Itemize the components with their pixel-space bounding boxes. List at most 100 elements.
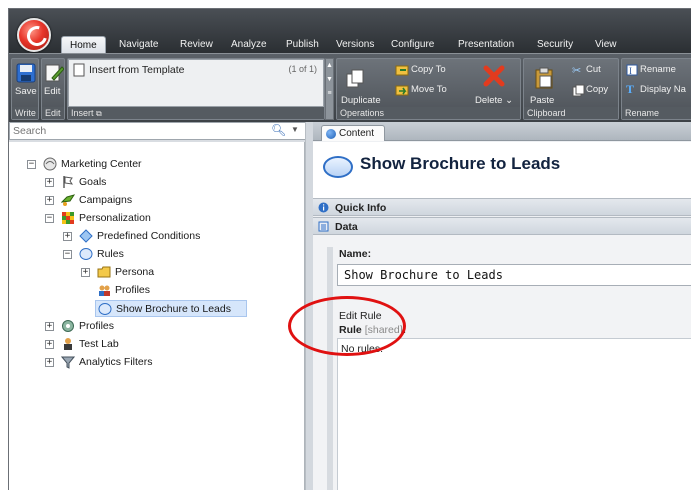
cut-button[interactable]: Cut [586,64,601,75]
data-section-header[interactable]: Data [313,217,691,235]
tab-review[interactable]: Review [172,36,221,53]
insert-group-label-text: Insert [71,108,94,118]
delete-button[interactable]: Delete ⌄ [475,95,513,106]
application-menu-button[interactable] [17,18,51,52]
tree-node-profiles[interactable]: + Profiles [45,318,245,335]
campaigns-icon [61,194,75,206]
gallery-up-icon[interactable]: ▲ [326,59,333,73]
move-to-icon [395,85,409,96]
tab-home[interactable]: Home [61,36,106,53]
tab-content[interactable]: Content [321,125,385,141]
rule-field[interactable]: No rules. [337,338,691,490]
tree-label-campaigns: Campaigns [79,194,133,206]
tree-node-rules[interactable]: − Rules [63,246,263,263]
tab-navigate[interactable]: Navigate [111,36,166,53]
expand-icon[interactable]: + [63,232,72,241]
name-field[interactable]: Show Brochure to Leads [337,264,691,286]
ribbon: Save Write Edit Edit Insert from Templat… [9,53,691,122]
tree-node-campaigns[interactable]: + Campaigns [45,192,245,209]
profiles-gear-icon [62,320,74,332]
tab-security[interactable]: Security [529,36,581,53]
dialog-launcher-icon[interactable]: ⧉ [96,109,102,118]
expand-icon[interactable]: + [45,340,54,349]
expand-icon[interactable]: + [45,196,54,205]
data-form: Name: Show Brochure to Leads Edit Rule R… [313,235,691,490]
content-tab-icon [326,129,336,139]
tree-node-personalization[interactable]: − Personalization [45,210,245,227]
gallery-down-icon[interactable]: ▼ [326,73,333,87]
search-options-dropdown-icon[interactable]: ▼ [291,125,299,134]
quick-info-label: Quick Info [335,202,387,214]
gallery-scroll[interactable]: ▲ ▼ ≡ [325,58,334,120]
move-to-button[interactable]: Move To [411,84,447,95]
insert-from-template-item[interactable]: Insert from Template [89,64,185,76]
collapse-icon[interactable]: − [63,250,72,259]
tree-node-profiles-child[interactable]: Profiles [97,282,297,299]
duplicate-button[interactable]: Duplicate [341,95,381,106]
tree-node-show-brochure[interactable]: Show Brochure to Leads [95,300,247,317]
rename-button[interactable]: Rename [640,64,676,75]
tree-node-predefined-conditions[interactable]: + Predefined Conditions [63,228,283,245]
copy-to-icon [395,65,409,76]
tree-label-rules: Rules [97,248,124,260]
clipboard-group-label: Clipboard [524,107,618,119]
tree-label-profiles-child: Profiles [115,284,151,296]
save-button[interactable]: Save [15,86,37,97]
display-name-button[interactable]: Display Na [640,84,686,95]
quick-info-section-header[interactable]: Quick Info [313,198,691,216]
tree-label-personalization: Personalization [79,212,151,224]
item-header: Show Brochure to Leads [313,142,691,198]
copy-to-button[interactable]: Copy To [411,64,446,75]
gallery-more-icon[interactable]: ≡ [326,87,333,101]
rule-field-label: Rule [shared]: [339,324,406,336]
item-rule-icon [323,156,353,178]
tree-label-goals: Goals [79,176,107,188]
search-input[interactable] [10,123,250,139]
edit-group-label: Edit [42,107,64,119]
tree-node-analytics-filters[interactable]: + Analytics Filters [45,354,245,371]
tree-label-profiles: Profiles [79,320,115,332]
tab-analyze[interactable]: Analyze [223,36,275,53]
svg-text:I: I [629,66,632,76]
paste-button[interactable]: Paste [530,95,554,106]
write-group-label: Write [12,107,38,119]
data-section-icon [318,221,329,232]
content-editor: Content Show Brochure to Leads Quick Inf… [313,122,691,490]
name-field-label: Name: [339,248,372,260]
expand-icon[interactable]: + [45,358,54,367]
personalization-grid-icon [62,212,74,224]
expand-icon[interactable]: + [45,322,54,331]
tab-versions[interactable]: Versions [328,36,382,53]
search-icon[interactable]: 🔍︎ [271,123,286,137]
display-name-icon: T [626,82,635,96]
template-icon [73,63,85,77]
expand-icon[interactable]: + [81,268,90,277]
content-tree: − Marketing Center + Goals + Campaigns − [9,142,305,490]
tab-configure[interactable]: Configure [383,36,442,53]
rule-shared-tag: [shared] [364,324,403,336]
tree-node-persona[interactable]: + Persona [81,264,281,281]
tab-presentation[interactable]: Presentation [450,36,522,53]
collapse-icon[interactable]: − [27,160,36,169]
delete-dropdown-icon: ⌄ [505,95,514,106]
insert-count: (1 of 1) [288,64,317,74]
editor-tab-bar: Content [313,122,691,141]
edit-button[interactable]: Edit [44,86,60,97]
collapse-icon[interactable]: − [45,214,54,223]
write-group: Save Write [11,58,39,120]
edit-rule-link[interactable]: Edit Rule [339,310,382,322]
panel-splitter[interactable] [305,122,313,490]
tree-node-goals[interactable]: + Goals [45,174,245,191]
insert-gallery: Insert from Template (1 of 1) [68,59,324,107]
rename-icon: I [626,64,638,76]
tree-node-marketing-center[interactable]: − Marketing Center [27,156,287,173]
tab-view[interactable]: View [587,36,625,53]
copy-button[interactable]: Copy [586,84,608,95]
tab-publish[interactable]: Publish [278,36,327,53]
tree-search-bar: 🔍︎ ▼ [9,122,307,140]
delete-icon [483,65,505,87]
ribbon-tab-strip: Home Navigate Review Analyze Publish Ver… [9,9,691,53]
tree-node-test-lab[interactable]: + Test Lab [45,336,245,353]
expand-icon[interactable]: + [45,178,54,187]
operations-group: Duplicate Copy To Move To Delete ⌄ Opera… [336,58,521,120]
